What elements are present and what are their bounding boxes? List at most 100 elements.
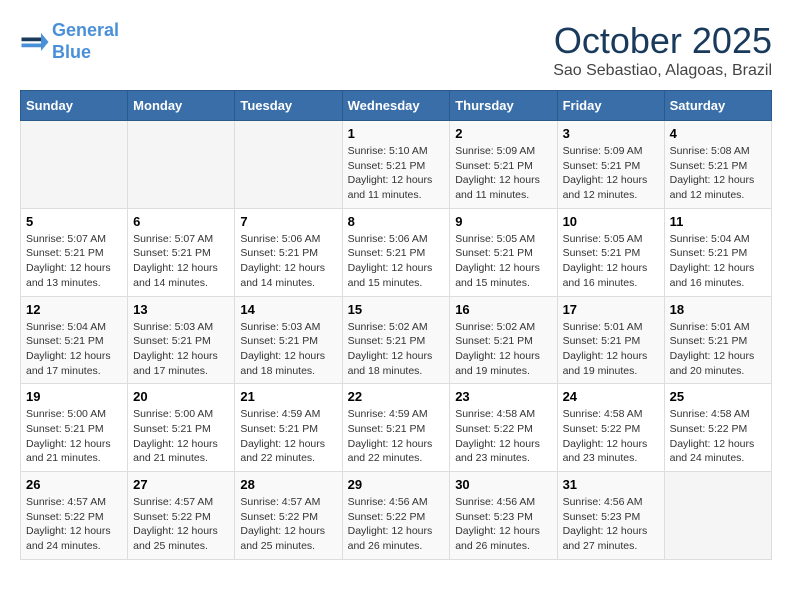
day-info: Sunrise: 5:09 AM Sunset: 5:21 PM Dayligh… <box>455 144 551 203</box>
calendar-cell: 17 Sunrise: 5:01 AM Sunset: 5:21 PM Dayli… <box>557 296 664 384</box>
day-info: Sunrise: 5:04 AM Sunset: 5:21 PM Dayligh… <box>26 320 122 379</box>
calendar-cell: 7Sunrise: 5:06 AM Sunset: 5:21 PM Daylig… <box>235 208 342 296</box>
calendar-cell: 14Sunrise: 5:03 AM Sunset: 5:21 PM Dayli… <box>235 296 342 384</box>
day-info: Sunrise: 5:10 AM Sunset: 5:21 PM Dayligh… <box>348 144 445 203</box>
logo-icon <box>20 27 50 57</box>
day-info: Sunrise: 5:04 AM Sunset: 5:21 PM Dayligh… <box>670 232 766 291</box>
calendar-cell: 10 Sunrise: 5:05 AM Sunset: 5:21 PM Dayli… <box>557 208 664 296</box>
day-number: 24 <box>563 389 659 404</box>
day-info: Sunrise: 5:00 AM Sunset: 5:21 PM Dayligh… <box>26 407 122 466</box>
day-info: Sunrise: 4:58 AM Sunset: 5:22 PM Dayligh… <box>455 407 551 466</box>
location-subtitle: Sao Sebastiao, Alagoas, Brazil <box>553 62 772 80</box>
day-info: Sunrise: 5:02 AM Sunset: 5:21 PM Dayligh… <box>348 320 445 379</box>
calendar-cell: 6 Sunrise: 5:07 AM Sunset: 5:21 PM Daylig… <box>128 208 235 296</box>
day-number: 19 <box>26 389 122 404</box>
day-number: 8 <box>348 214 445 229</box>
day-number: 13 <box>133 302 229 317</box>
calendar-cell: 24Sunrise: 4:58 AM Sunset: 5:22 PM Dayli… <box>557 384 664 472</box>
calendar-cell: 2 Sunrise: 5:09 AM Sunset: 5:21 PM Daylig… <box>450 121 557 209</box>
day-number: 10 <box>563 214 659 229</box>
day-number: 23 <box>455 389 551 404</box>
week-row-5: 26 Sunrise: 4:57 AM Sunset: 5:22 PM Dayli… <box>21 472 772 560</box>
day-info: Sunrise: 4:56 AM Sunset: 5:23 PM Dayligh… <box>563 495 659 554</box>
page-header: General Blue October 2025 Sao Sebastiao,… <box>20 20 772 80</box>
day-info: Sunrise: 5:07 AM Sunset: 5:21 PM Dayligh… <box>26 232 122 291</box>
day-number: 2 <box>455 126 551 141</box>
calendar-cell: 27 Sunrise: 4:57 AM Sunset: 5:22 PM Dayli… <box>128 472 235 560</box>
calendar-cell: 30Sunrise: 4:56 AM Sunset: 5:23 PM Dayli… <box>450 472 557 560</box>
day-number: 11 <box>670 214 766 229</box>
day-number: 25 <box>670 389 766 404</box>
day-info: Sunrise: 4:59 AM Sunset: 5:21 PM Dayligh… <box>348 407 445 466</box>
month-title: October 2025 <box>553 20 772 62</box>
calendar-cell: 31 Sunrise: 4:56 AM Sunset: 5:23 PM Dayli… <box>557 472 664 560</box>
weekday-header-thursday: Thursday <box>450 91 557 121</box>
calendar-cell: 22 Sunrise: 4:59 AM Sunset: 5:21 PM Dayli… <box>342 384 450 472</box>
day-number: 3 <box>563 126 659 141</box>
calendar-cell: 11 Sunrise: 5:04 AM Sunset: 5:21 PM Dayli… <box>664 208 771 296</box>
day-info: Sunrise: 4:58 AM Sunset: 5:22 PM Dayligh… <box>670 407 766 466</box>
day-info: Sunrise: 5:05 AM Sunset: 5:21 PM Dayligh… <box>563 232 659 291</box>
day-number: 17 <box>563 302 659 317</box>
day-number: 14 <box>240 302 336 317</box>
calendar-cell: 16Sunrise: 5:02 AM Sunset: 5:21 PM Dayli… <box>450 296 557 384</box>
calendar-cell: 13 Sunrise: 5:03 AM Sunset: 5:21 PM Dayli… <box>128 296 235 384</box>
calendar-cell: 12 Sunrise: 5:04 AM Sunset: 5:21 PM Dayli… <box>21 296 128 384</box>
day-info: Sunrise: 4:57 AM Sunset: 5:22 PM Dayligh… <box>133 495 229 554</box>
day-info: Sunrise: 5:01 AM Sunset: 5:21 PM Dayligh… <box>563 320 659 379</box>
weekday-header-monday: Monday <box>128 91 235 121</box>
day-number: 6 <box>133 214 229 229</box>
calendar-cell <box>664 472 771 560</box>
calendar-cell: 1 Sunrise: 5:10 AM Sunset: 5:21 PM Daylig… <box>342 121 450 209</box>
weekday-header-friday: Friday <box>557 91 664 121</box>
calendar-cell: 19 Sunrise: 5:00 AM Sunset: 5:21 PM Dayli… <box>21 384 128 472</box>
day-number: 16 <box>455 302 551 317</box>
day-info: Sunrise: 5:03 AM Sunset: 5:21 PM Dayligh… <box>133 320 229 379</box>
day-info: Sunrise: 5:00 AM Sunset: 5:21 PM Dayligh… <box>133 407 229 466</box>
calendar-cell <box>21 121 128 209</box>
day-info: Sunrise: 5:01 AM Sunset: 5:21 PM Dayligh… <box>670 320 766 379</box>
calendar-cell: 23 Sunrise: 4:58 AM Sunset: 5:22 PM Dayli… <box>450 384 557 472</box>
calendar-cell: 3Sunrise: 5:09 AM Sunset: 5:21 PM Daylig… <box>557 121 664 209</box>
day-info: Sunrise: 5:07 AM Sunset: 5:21 PM Dayligh… <box>133 232 229 291</box>
logo: General Blue <box>20 20 119 63</box>
week-row-1: 1 Sunrise: 5:10 AM Sunset: 5:21 PM Daylig… <box>21 121 772 209</box>
calendar-cell: 18 Sunrise: 5:01 AM Sunset: 5:21 PM Dayli… <box>664 296 771 384</box>
calendar-cell: 28Sunrise: 4:57 AM Sunset: 5:22 PM Dayli… <box>235 472 342 560</box>
day-info: Sunrise: 4:57 AM Sunset: 5:22 PM Dayligh… <box>240 495 336 554</box>
weekday-header-wednesday: Wednesday <box>342 91 450 121</box>
day-number: 18 <box>670 302 766 317</box>
day-number: 15 <box>348 302 445 317</box>
day-number: 1 <box>348 126 445 141</box>
day-number: 9 <box>455 214 551 229</box>
day-number: 20 <box>133 389 229 404</box>
calendar-cell: 5 Sunrise: 5:07 AM Sunset: 5:21 PM Daylig… <box>21 208 128 296</box>
calendar-cell <box>235 121 342 209</box>
day-info: Sunrise: 5:05 AM Sunset: 5:21 PM Dayligh… <box>455 232 551 291</box>
day-info: Sunrise: 5:08 AM Sunset: 5:21 PM Dayligh… <box>670 144 766 203</box>
day-info: Sunrise: 4:56 AM Sunset: 5:22 PM Dayligh… <box>348 495 445 554</box>
calendar-table: SundayMondayTuesdayWednesdayThursdayFrid… <box>20 90 772 560</box>
calendar-cell: 21Sunrise: 4:59 AM Sunset: 5:21 PM Dayli… <box>235 384 342 472</box>
day-number: 31 <box>563 477 659 492</box>
calendar-cell: 4 Sunrise: 5:08 AM Sunset: 5:21 PM Daylig… <box>664 121 771 209</box>
calendar-cell <box>128 121 235 209</box>
weekday-header-sunday: Sunday <box>21 91 128 121</box>
calendar-cell: 8 Sunrise: 5:06 AM Sunset: 5:21 PM Daylig… <box>342 208 450 296</box>
day-number: 29 <box>348 477 445 492</box>
day-number: 22 <box>348 389 445 404</box>
week-row-2: 5 Sunrise: 5:07 AM Sunset: 5:21 PM Daylig… <box>21 208 772 296</box>
day-info: Sunrise: 4:56 AM Sunset: 5:23 PM Dayligh… <box>455 495 551 554</box>
title-area: October 2025 Sao Sebastiao, Alagoas, Bra… <box>553 20 772 80</box>
day-number: 12 <box>26 302 122 317</box>
weekday-header-row: SundayMondayTuesdayWednesdayThursdayFrid… <box>21 91 772 121</box>
day-info: Sunrise: 4:57 AM Sunset: 5:22 PM Dayligh… <box>26 495 122 554</box>
day-number: 5 <box>26 214 122 229</box>
day-info: Sunrise: 5:06 AM Sunset: 5:21 PM Dayligh… <box>348 232 445 291</box>
calendar-cell: 29 Sunrise: 4:56 AM Sunset: 5:22 PM Dayli… <box>342 472 450 560</box>
day-number: 4 <box>670 126 766 141</box>
day-number: 26 <box>26 477 122 492</box>
day-number: 27 <box>133 477 229 492</box>
calendar-cell: 26 Sunrise: 4:57 AM Sunset: 5:22 PM Dayli… <box>21 472 128 560</box>
day-number: 21 <box>240 389 336 404</box>
